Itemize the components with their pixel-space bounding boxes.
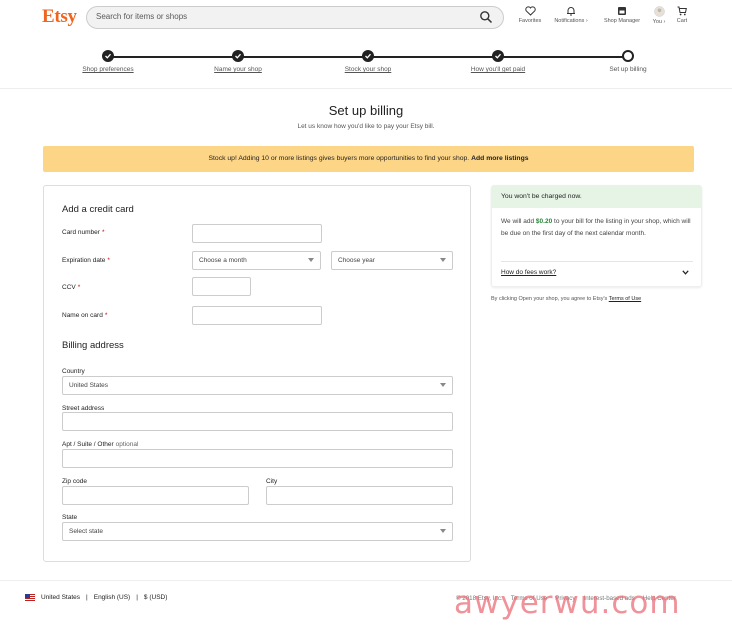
header: Etsy Search for items or shops Favorites… — [0, 0, 732, 36]
heart-icon — [524, 6, 536, 16]
watermark: awyerwu.com — [454, 585, 681, 621]
country-select[interactable]: United States — [62, 376, 453, 395]
state-label: State — [62, 514, 78, 521]
search-input[interactable]: Search for items or shops — [96, 12, 187, 21]
state-select-value: Select state — [69, 528, 103, 535]
card-number-label: Card number * — [62, 229, 105, 236]
separator: | — [136, 594, 138, 601]
step-how-you-get-paid[interactable]: How you'll get paid — [438, 50, 558, 73]
fee-amount: $0.20 — [535, 218, 553, 225]
billing-form: Add a credit card Card number * Expiratio… — [43, 185, 471, 562]
apt-label: Apt / Suite / Other optional — [62, 441, 139, 448]
etsy-logo[interactable]: Etsy — [42, 6, 77, 28]
stock-up-banner: Stock up! Adding 10 or more listings giv… — [43, 146, 694, 172]
locale-settings[interactable]: United States | English (US) | $ (USD) — [25, 594, 167, 601]
year-select-value: Choose year — [338, 257, 375, 264]
panel-heading: You won't be charged now. — [492, 186, 701, 208]
page-title: Set up billing — [328, 103, 404, 118]
shop-manager-nav[interactable]: Shop Manager — [598, 6, 646, 24]
check-icon — [492, 50, 504, 62]
street-address-label: Street address — [62, 405, 105, 412]
notifications-nav[interactable]: Notifications › — [548, 6, 594, 24]
month-select-value: Choose a month — [199, 257, 247, 264]
check-icon — [232, 50, 244, 62]
page-subtitle: Let us know how you'd like to pay your E… — [297, 123, 435, 130]
chevron-down-icon — [440, 383, 446, 387]
check-icon — [362, 50, 374, 62]
city-label: City — [266, 478, 278, 485]
step-label[interactable]: How you'll get paid — [438, 66, 558, 73]
favorites-label: Favorites — [518, 18, 542, 24]
footer-divider — [0, 580, 732, 581]
state-select[interactable]: Select state — [62, 522, 453, 541]
step-label[interactable]: Stock your shop — [308, 66, 428, 73]
favorites-nav[interactable]: Favorites — [513, 6, 547, 24]
billing-address-heading: Billing address — [62, 340, 124, 351]
check-icon — [102, 50, 114, 62]
step-set-up-billing: Set up billing — [568, 50, 688, 73]
avatar — [653, 6, 665, 17]
country-label: Country — [62, 368, 85, 375]
ccv-label: CCV * — [62, 284, 81, 291]
charge-info-panel: You won't be charged now. We will add $0… — [491, 185, 702, 287]
chevron-down-icon — [440, 529, 446, 533]
ccv-field[interactable] — [192, 277, 251, 296]
zip-code-field[interactable] — [62, 486, 249, 505]
cart-nav[interactable]: Cart — [672, 6, 692, 24]
you-label: You › — [652, 19, 666, 25]
search-bar[interactable]: Search for items or shops — [86, 6, 504, 29]
step-name-your-shop[interactable]: Name your shop — [178, 50, 298, 73]
name-on-card-label: Name on card * — [62, 312, 108, 319]
us-flag-icon — [25, 594, 35, 601]
region-label[interactable]: United States — [41, 594, 80, 601]
chevron-down-icon — [440, 258, 446, 262]
language-label[interactable]: English (US) — [94, 594, 130, 601]
name-on-card-field[interactable] — [192, 306, 322, 325]
expiration-label: Expiration date * — [62, 257, 110, 264]
month-select[interactable]: Choose a month — [192, 251, 321, 270]
separator: | — [86, 594, 88, 601]
step-label: Set up billing — [609, 66, 647, 73]
step-stock-your-shop[interactable]: Stock your shop — [308, 50, 428, 73]
chevron-down-icon[interactable] — [682, 270, 689, 275]
cart-icon — [677, 6, 687, 16]
shop-manager-label: Shop Manager — [603, 18, 641, 24]
bell-icon — [567, 7, 575, 16]
panel-body: We will add $0.20 to your bill for the l… — [501, 218, 691, 237]
step-label[interactable]: Shop preferences — [48, 66, 168, 73]
current-step-icon — [622, 50, 634, 62]
banner-text: Stock up! Adding 10 or more listings giv… — [208, 155, 470, 162]
city-field[interactable] — [266, 486, 453, 505]
cart-label: Cart — [676, 18, 688, 24]
chevron-down-icon — [308, 258, 314, 262]
street-address-field[interactable] — [62, 412, 453, 431]
credit-card-heading: Add a credit card — [62, 204, 134, 215]
you-nav[interactable]: You › — [648, 6, 670, 25]
year-select[interactable]: Choose year — [331, 251, 453, 270]
how-fees-work-link[interactable]: How do fees work? — [501, 269, 556, 276]
shop-icon — [618, 7, 626, 15]
progress-stepper: Shop preferences Name your shop Stock yo… — [0, 44, 732, 84]
apt-field[interactable] — [62, 449, 453, 468]
zip-code-label: Zip code — [62, 478, 87, 485]
divider — [501, 261, 693, 262]
notifications-label: Notifications › — [554, 18, 588, 24]
search-icon[interactable] — [479, 10, 495, 26]
add-listings-link[interactable]: Add more listings — [471, 155, 528, 162]
step-label[interactable]: Name your shop — [178, 66, 298, 73]
terms-note: By clicking Open your shop, you agree to… — [491, 296, 642, 302]
currency-label[interactable]: $ (USD) — [144, 594, 167, 601]
divider — [0, 88, 732, 89]
step-shop-preferences[interactable]: Shop preferences — [48, 50, 168, 73]
terms-of-use-link[interactable]: Terms of Use — [609, 296, 641, 302]
card-number-field[interactable] — [192, 224, 322, 243]
country-select-value: United States — [69, 382, 109, 389]
